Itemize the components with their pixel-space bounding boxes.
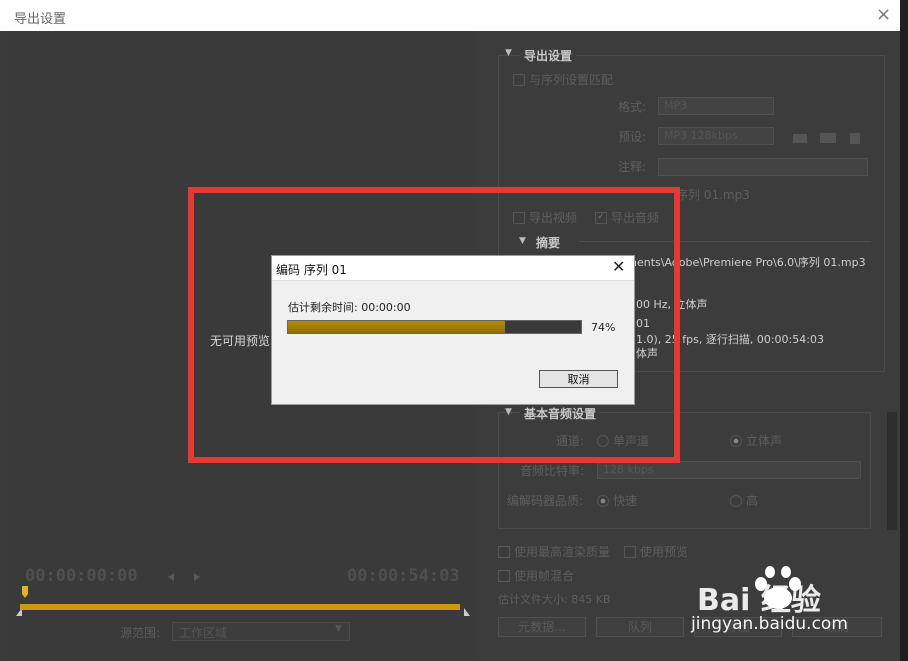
high-radio[interactable] (730, 495, 742, 507)
watermark-brand: Bai 经验 (697, 583, 821, 618)
metadata-button[interactable]: 元数据... (498, 617, 586, 637)
chevron-down-icon: ▼ (335, 624, 342, 634)
close-icon[interactable]: × (876, 4, 891, 25)
preset-action-icons[interactable] (792, 129, 864, 145)
bitrate-label: 音频比特率: (520, 464, 585, 478)
settings-scrollbar[interactable] (887, 412, 897, 530)
collapse-triangle-icon[interactable]: ▼ (505, 48, 512, 58)
watermark-url: jingyan.baidu.com (691, 614, 848, 634)
use-previews-label: 使用预览 (640, 545, 689, 559)
preset-dropdown[interactable]: MP3 128kbps (658, 127, 774, 145)
match-sequence-label: 与序列设置匹配 (529, 73, 614, 87)
timeline-markers[interactable] (14, 586, 470, 616)
frame-blend-checkbox[interactable] (498, 570, 510, 582)
output-name-link[interactable]: 序列 01.mp3 (676, 186, 750, 203)
match-sequence-checkbox[interactable] (513, 74, 525, 86)
source-range-value: 工作区域 (179, 626, 228, 640)
source-range-label: 源范围: (120, 626, 161, 640)
stereo-label: 立体声 (746, 434, 783, 448)
comments-input[interactable] (658, 158, 868, 176)
format-label: 格式: (618, 100, 647, 114)
use-previews-checkbox[interactable] (624, 546, 636, 558)
stereo-radio[interactable] (730, 435, 742, 447)
timeline-work-area-bar[interactable] (20, 604, 460, 610)
bitrate-dropdown[interactable]: 128 kbps (597, 461, 861, 479)
preset-label: 预设: (618, 130, 647, 144)
comments-label: 注释: (618, 160, 647, 174)
preset-value: MP3 128kbps (664, 129, 738, 142)
estimated-size: 估计文件大小: 845 KB (498, 593, 611, 606)
fast-label: 快速 (613, 494, 638, 508)
window-title: 导出设置 (14, 12, 67, 27)
max-render-checkbox[interactable] (498, 546, 510, 558)
quality-label: 编解码器品质: (507, 494, 584, 508)
format-value: MP3 (664, 99, 688, 112)
frame-blend-label: 使用帧混合 (514, 569, 575, 583)
prev-next-frame-icon[interactable] (166, 572, 202, 582)
max-render-label: 使用最高渲染质量 (514, 545, 611, 559)
fast-radio[interactable] (597, 495, 609, 507)
title-bar: 导出设置 × (0, 0, 900, 31)
format-dropdown[interactable]: MP3 (658, 97, 774, 115)
high-label: 高 (746, 494, 759, 508)
timecode-start: 00:00:00:00 (25, 566, 138, 586)
bitrate-value: 128 kbps (603, 463, 654, 476)
queue-button[interactable]: 队列 (596, 617, 684, 637)
highlight-box (188, 187, 680, 463)
export-settings-header: 导出设置 (520, 47, 577, 64)
timecode-end: 00:00:54:03 (347, 566, 460, 586)
source-range-dropdown[interactable]: 工作区域 ▼ (172, 622, 350, 641)
